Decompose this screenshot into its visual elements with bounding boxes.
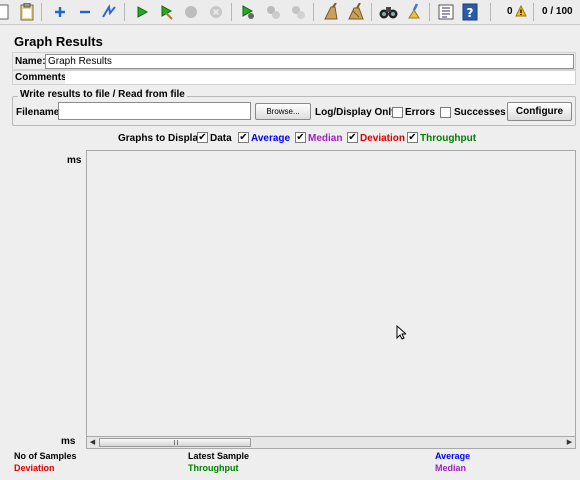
log-display-label: Log/Display Only: (315, 107, 401, 118)
remove-icon[interactable] (75, 2, 95, 22)
help-icon[interactable]: ? (460, 2, 480, 22)
start-icon[interactable] (132, 2, 152, 22)
page-title: Graph Results (14, 34, 103, 49)
throughput-legend: Throughput (420, 133, 477, 144)
graph-canvas[interactable] (86, 150, 576, 436)
data-checkbox[interactable]: ✔ (197, 132, 208, 143)
error-count: 0 (507, 6, 513, 17)
main-toolbar: ? 0 0 / 100 (0, 0, 580, 25)
stop-icon[interactable] (181, 2, 201, 22)
function-helper-icon[interactable] (436, 2, 456, 22)
mouse-cursor-icon (396, 324, 408, 343)
warning-icon[interactable] (515, 4, 527, 20)
graph-horizontal-scrollbar[interactable]: ◀ ▶ (86, 436, 576, 449)
filename-label: Filename (16, 107, 60, 118)
name-field[interactable]: Graph Results (45, 54, 574, 69)
templates-icon[interactable] (0, 2, 12, 22)
data-legend: Data (210, 133, 232, 144)
name-row: Name: Graph Results (12, 52, 576, 70)
average-checkbox[interactable]: ✔ (238, 132, 249, 143)
thread-count: 0 / 100 (542, 6, 573, 17)
svg-text:?: ? (467, 6, 474, 20)
name-label: Name: (15, 56, 46, 67)
clipboard-icon[interactable] (17, 2, 37, 22)
toggle-icon[interactable] (99, 2, 119, 22)
deviation-legend: Deviation (360, 133, 406, 144)
comments-row: Comments: (12, 70, 576, 85)
latest-sample-label: Latest Sample (188, 451, 250, 461)
deviation-checkbox[interactable]: ✔ (347, 132, 358, 143)
filename-field[interactable] (58, 102, 251, 120)
reset-search-icon[interactable] (404, 2, 424, 22)
graphs-to-display-label: Graphs to Display (118, 133, 204, 144)
configure-button[interactable]: Configure (507, 102, 572, 121)
file-group-title: Write results to file / Read from file (18, 89, 187, 100)
y-axis-top-unit: ms (67, 155, 82, 166)
median-legend: Median (308, 133, 343, 144)
browse-button[interactable]: Browse... (255, 103, 311, 120)
throughput-checkbox[interactable]: ✔ (407, 132, 418, 143)
scroll-thumb[interactable] (99, 438, 251, 447)
clear-all-icon[interactable] (346, 2, 366, 22)
remote-start-icon[interactable] (238, 2, 258, 22)
scroll-right-icon[interactable]: ▶ (564, 437, 575, 448)
deviation-footer-label: Deviation (14, 463, 55, 473)
comments-field[interactable] (65, 71, 575, 84)
clear-icon[interactable] (321, 2, 341, 22)
comments-label: Comments: (15, 72, 71, 83)
average-legend: Average (251, 133, 291, 144)
successes-checkbox[interactable] (440, 107, 451, 118)
shutdown-icon[interactable] (206, 2, 226, 22)
errors-checkbox[interactable] (392, 107, 403, 118)
median-checkbox[interactable]: ✔ (295, 132, 306, 143)
start-no-pauses-icon[interactable] (157, 2, 177, 22)
successes-label: Successes (454, 107, 506, 118)
add-icon[interactable] (50, 2, 70, 22)
remote-shutdown-icon[interactable] (288, 2, 308, 22)
scroll-left-icon[interactable]: ◀ (87, 437, 98, 448)
no-of-samples-label: No of Samples (14, 451, 77, 461)
throughput-footer-label: Throughput (188, 463, 239, 473)
median-footer-label: Median (435, 463, 467, 473)
remote-stop-icon[interactable] (263, 2, 283, 22)
y-axis-bottom-unit: ms (61, 436, 76, 447)
average-footer-label: Average (435, 451, 471, 461)
search-icon[interactable] (379, 2, 399, 22)
errors-label: Errors (405, 107, 436, 118)
